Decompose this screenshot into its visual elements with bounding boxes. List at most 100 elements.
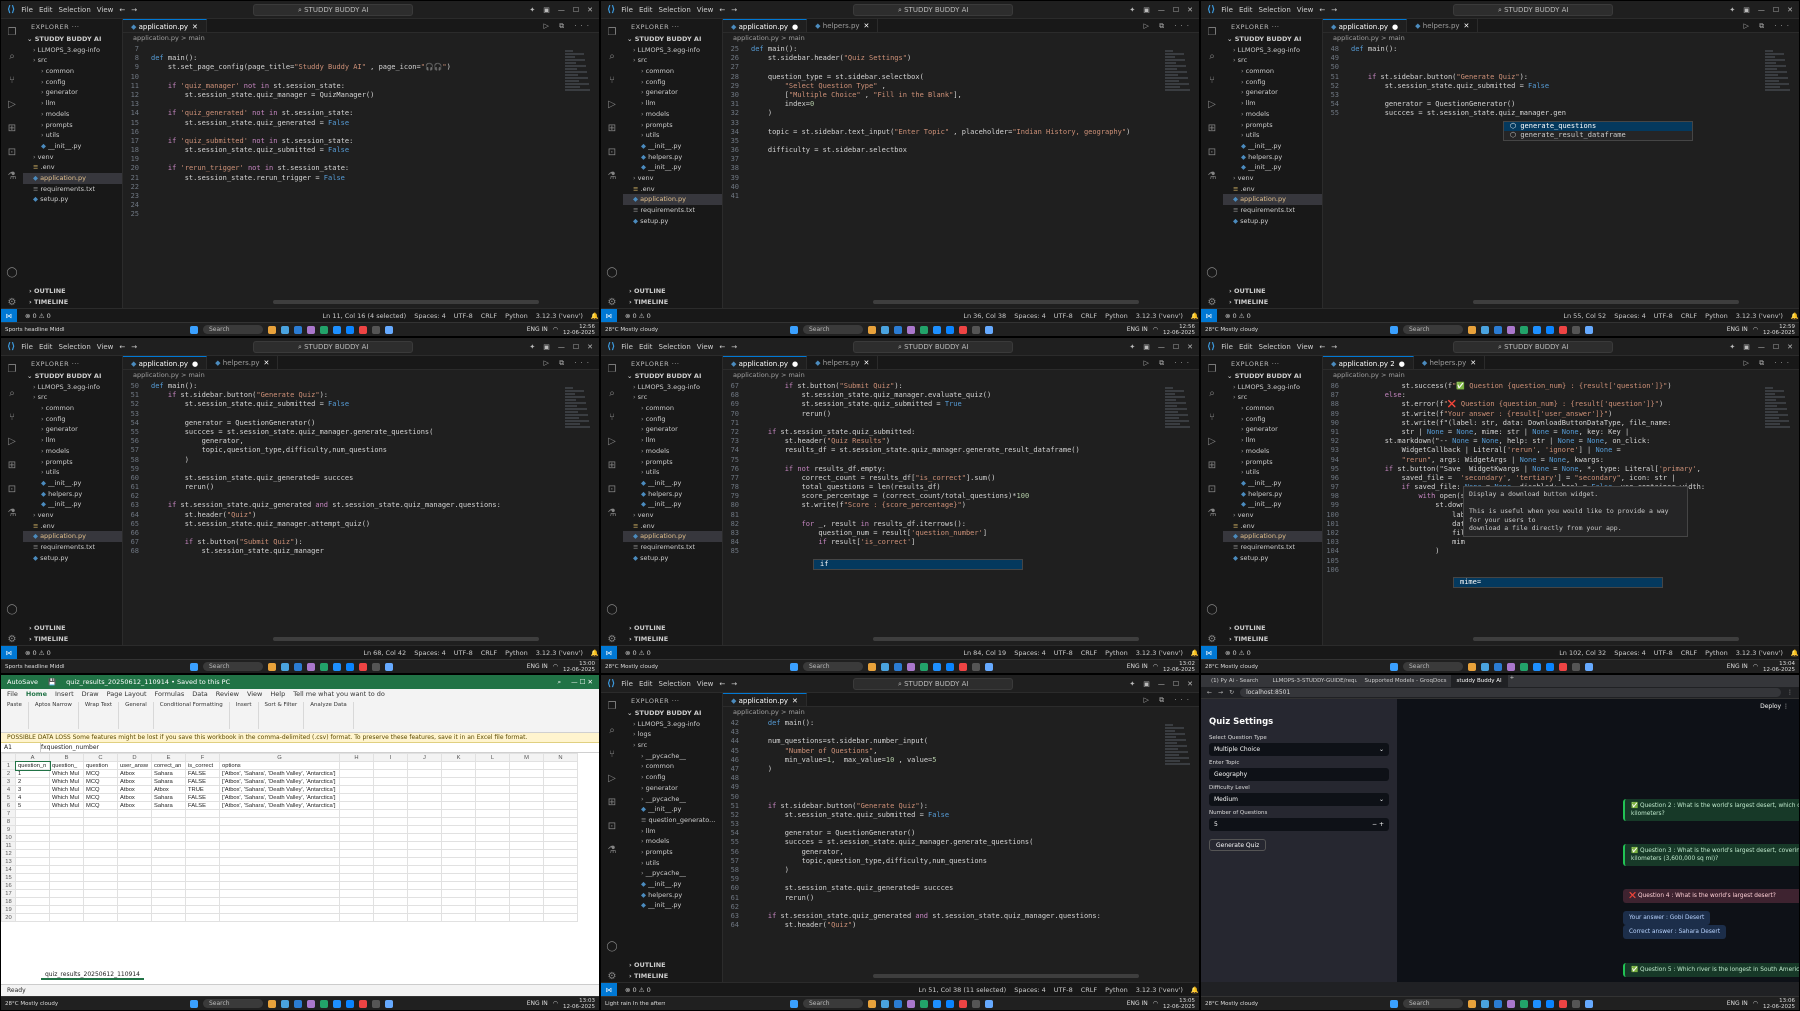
remote-icon[interactable]: ⊡ bbox=[608, 821, 616, 832]
maximize-icon[interactable]: ☐ bbox=[573, 6, 579, 14]
cell[interactable] bbox=[339, 801, 374, 810]
cell[interactable]: ['Atbox', 'Sahara', 'Death Valley', 'Ant… bbox=[219, 777, 340, 786]
outline-section[interactable]: › OUTLINE bbox=[623, 623, 722, 633]
layout-icon[interactable]: ▣ bbox=[1743, 343, 1750, 351]
cell[interactable] bbox=[219, 881, 340, 890]
cell[interactable] bbox=[373, 913, 408, 922]
vscode-icon[interactable] bbox=[1533, 662, 1541, 671]
row-header[interactable]: 3 bbox=[1, 777, 16, 786]
cell[interactable] bbox=[407, 761, 442, 770]
windows-start-icon[interactable] bbox=[1390, 999, 1398, 1008]
notifications-bell-icon[interactable]: 🔔 bbox=[591, 649, 599, 657]
editor-tab[interactable]: ◆ helpers.py ✕ bbox=[207, 356, 279, 369]
command-center[interactable]: ⌕ STUDDY BUDDY AI bbox=[1453, 3, 1614, 16]
vscode-icon[interactable] bbox=[933, 325, 941, 334]
explorer-item[interactable]: › config bbox=[623, 77, 722, 88]
explorer-item[interactable]: ◆ application.py bbox=[1223, 531, 1322, 542]
menu-file[interactable]: File bbox=[1221, 6, 1233, 14]
line-ending[interactable]: CRLF bbox=[1681, 649, 1697, 657]
cursor-position[interactable]: Ln 68, Col 42 bbox=[363, 649, 406, 657]
cell[interactable] bbox=[185, 809, 220, 818]
cell[interactable] bbox=[509, 761, 544, 770]
cell[interactable]: Sahara bbox=[151, 777, 186, 786]
explorer-item[interactable]: › generator bbox=[623, 424, 722, 435]
problems-indicator[interactable]: ⊗ 0 ⚠ 0 bbox=[1225, 649, 1251, 657]
source-control-icon[interactable]: ⑂ bbox=[9, 75, 15, 86]
cell-header[interactable]: user_answ bbox=[117, 761, 152, 770]
explorer-item[interactable]: › common bbox=[623, 403, 722, 414]
spreadsheet-grid[interactable]: A B C D E F G H I J K L M N 1 question_n question_ questi… bbox=[1, 753, 578, 922]
excel-search-icon[interactable]: ⌕ bbox=[557, 678, 561, 687]
testing-icon[interactable]: ⚗ bbox=[8, 508, 17, 519]
analyze-group[interactable]: Analyze Data bbox=[310, 702, 354, 729]
cell[interactable] bbox=[441, 817, 476, 826]
row-header[interactable]: 16 bbox=[1, 881, 16, 890]
cell[interactable] bbox=[407, 889, 442, 898]
cell[interactable] bbox=[543, 881, 578, 890]
explorer-item[interactable]: ≡ .env bbox=[23, 162, 122, 173]
row-header[interactable]: 5 bbox=[1, 793, 16, 802]
cell[interactable] bbox=[373, 905, 408, 914]
cell-header[interactable]: question_ bbox=[49, 761, 84, 770]
cell[interactable] bbox=[441, 825, 476, 834]
windows-start-icon[interactable] bbox=[190, 999, 198, 1008]
cell[interactable]: ['Atbox', 'Sahara', 'Death Valley', 'Ant… bbox=[219, 793, 340, 802]
copilot-icon[interactable]: ✦ bbox=[529, 6, 535, 14]
explorer-item[interactable]: › prompts bbox=[623, 120, 722, 131]
remote-indicator-icon[interactable]: ⋈ bbox=[1, 308, 17, 323]
settings-gear-icon[interactable]: ⚙ bbox=[1208, 634, 1217, 645]
weather-widget[interactable]: 28°C Mostly cloudy bbox=[1205, 1001, 1265, 1007]
language-indicator[interactable]: ENG IN bbox=[1727, 663, 1748, 670]
taskbar-search[interactable]: Search bbox=[203, 999, 263, 1008]
cell[interactable] bbox=[441, 873, 476, 882]
problems-indicator[interactable]: ⊗ 0 ⚠ 0 bbox=[25, 649, 51, 657]
language-mode[interactable]: Python bbox=[1105, 649, 1128, 657]
cell[interactable] bbox=[475, 833, 510, 842]
cell[interactable] bbox=[339, 769, 374, 778]
command-center[interactable]: ⌕ STUDDY BUDDY AI bbox=[253, 340, 414, 353]
account-icon[interactable]: ◯ bbox=[606, 941, 617, 952]
row-header[interactable]: 18 bbox=[1, 897, 16, 906]
explorer-root-folder[interactable]: ⌄ STUDDY BUDDY AI bbox=[623, 371, 722, 382]
nav-back-icon[interactable]: ← bbox=[719, 343, 725, 351]
cell[interactable] bbox=[373, 793, 408, 802]
cell[interactable] bbox=[373, 897, 408, 906]
cell[interactable] bbox=[219, 897, 340, 906]
windows-start-icon[interactable] bbox=[190, 325, 198, 334]
cell[interactable] bbox=[441, 801, 476, 810]
nav-forward-icon[interactable]: → bbox=[1331, 343, 1337, 351]
layout-icon[interactable]: ▣ bbox=[543, 6, 550, 14]
cell[interactable] bbox=[219, 905, 340, 914]
explorer-icon[interactable]: ❐ bbox=[608, 701, 617, 712]
cell[interactable] bbox=[83, 905, 118, 914]
cell-header[interactable]: question_n bbox=[14, 760, 51, 771]
layout-icon[interactable]: ▣ bbox=[1743, 6, 1750, 14]
extensions-icon[interactable]: ⊞ bbox=[1208, 123, 1216, 134]
cell[interactable] bbox=[543, 761, 578, 770]
editor-tab[interactable]: ◆ application.py ✕ bbox=[123, 19, 207, 32]
cell[interactable] bbox=[151, 849, 186, 858]
cell[interactable] bbox=[441, 785, 476, 794]
nav-forward-icon[interactable]: → bbox=[731, 6, 737, 14]
menu-file[interactable]: File bbox=[621, 6, 633, 14]
unsaved-dot-icon[interactable]: ● bbox=[792, 23, 798, 31]
cell[interactable] bbox=[407, 857, 442, 866]
explorer-item[interactable]: › LLMOPS_3.egg-info bbox=[623, 382, 722, 393]
timeline-section[interactable]: › TIMELINE bbox=[23, 297, 122, 307]
encoding[interactable]: UTF-8 bbox=[1054, 649, 1073, 657]
explorer-icon[interactable] bbox=[1468, 999, 1476, 1008]
explorer-item[interactable]: ≡ .env bbox=[623, 521, 722, 532]
cell[interactable] bbox=[219, 817, 340, 826]
cell[interactable]: Which Mul bbox=[49, 777, 84, 786]
outline-section[interactable]: › OUTLINE bbox=[1223, 286, 1322, 296]
sheet-tab[interactable]: quiz_results_20250612_110914 bbox=[41, 971, 144, 980]
cell[interactable] bbox=[15, 865, 50, 874]
cell[interactable] bbox=[15, 841, 50, 850]
cell[interactable]: Which Mul bbox=[49, 785, 84, 794]
autocomplete-item[interactable]: if bbox=[814, 559, 1022, 569]
cell-header[interactable]: question bbox=[83, 761, 118, 770]
column-header[interactable]: G bbox=[219, 753, 340, 762]
search-icon[interactable]: ⌕ bbox=[1209, 51, 1215, 62]
cell[interactable] bbox=[475, 777, 510, 786]
row-header[interactable]: 1 bbox=[1, 761, 16, 770]
